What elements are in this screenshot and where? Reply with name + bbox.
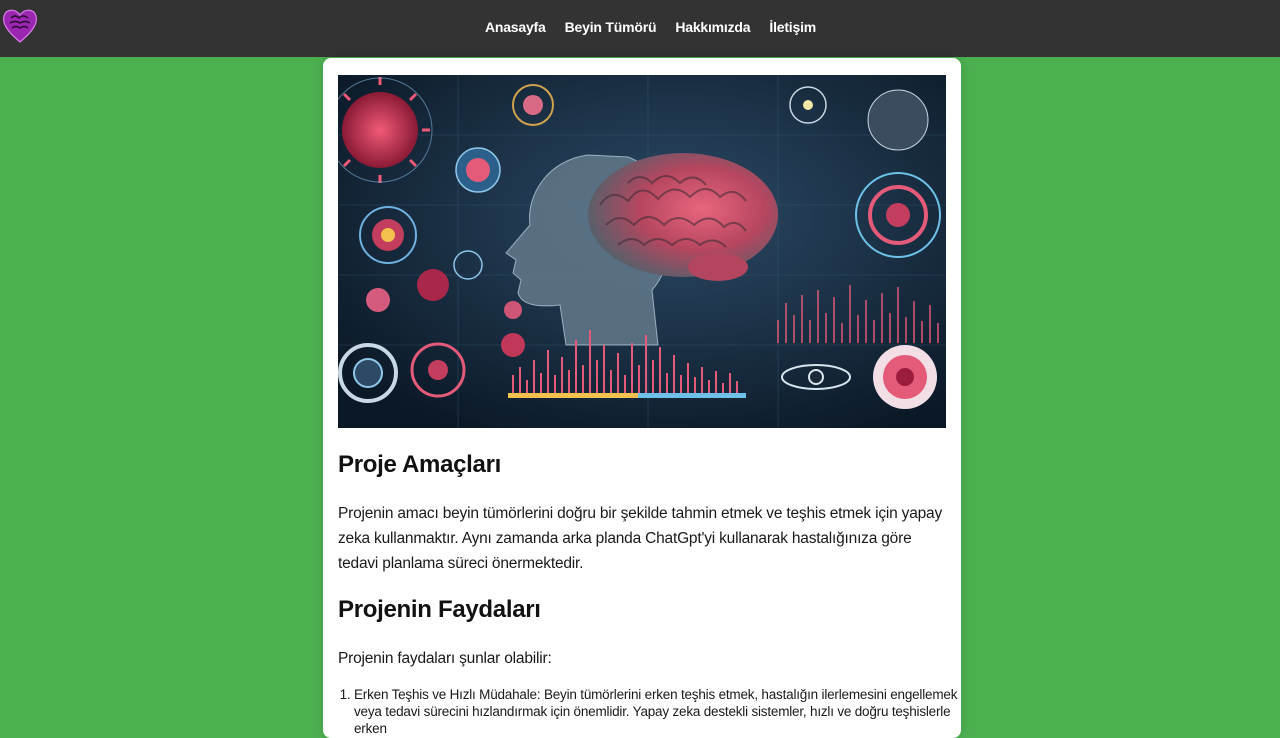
nav-link-beyin-tumoru[interactable]: Beyin Tümörü <box>565 19 657 35</box>
section-title-projenin-faydalari: Projenin Faydaları <box>338 596 541 623</box>
list-item: Erken Teşhis ve Hızlı Müdahale: Beyin tü… <box>354 686 962 737</box>
hero-image <box>338 75 946 428</box>
navbar: Anasayfa Beyin Tümörü Hakkımızda İletişi… <box>0 0 1280 57</box>
content-card: Proje Amaçları Projenin amacı beyin tümö… <box>323 58 961 738</box>
section-intro-projenin-faydalari: Projenin faydaları şunlar olabilir: <box>338 650 552 667</box>
nav-link-hakkimizda[interactable]: Hakkımızda <box>675 19 750 35</box>
section-text-proje-amaclari: Projenin amacı beyin tümörlerini doğru b… <box>338 505 943 572</box>
section-title-proje-amaclari: Proje Amaçları <box>338 451 501 478</box>
nav-link-anasayfa[interactable]: Anasayfa <box>485 19 546 35</box>
benefits-list: Erken Teşhis ve Hızlı Müdahale: Beyin tü… <box>338 686 962 737</box>
nav-link-iletisim[interactable]: İletişim <box>769 19 816 35</box>
nav-menu: Anasayfa Beyin Tümörü Hakkımızda İletişi… <box>0 0 1280 54</box>
